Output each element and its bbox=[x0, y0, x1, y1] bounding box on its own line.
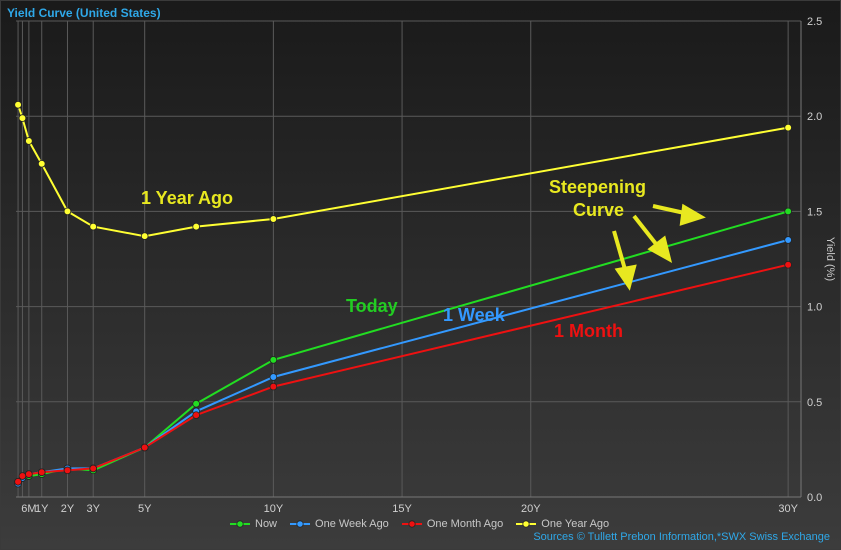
data-point-month[interactable] bbox=[192, 411, 200, 419]
legend-item-now[interactable]: Now bbox=[229, 518, 277, 530]
data-point-month[interactable] bbox=[14, 477, 22, 486]
series-line-week bbox=[17, 239, 789, 485]
legend-item-year[interactable]: One Year Ago bbox=[515, 518, 609, 530]
data-point-month[interactable] bbox=[63, 466, 72, 475]
data-point-month[interactable] bbox=[25, 470, 33, 478]
x-tick-label: 10Y bbox=[264, 503, 284, 515]
x-tick-label: 2Y bbox=[61, 503, 75, 515]
annotation-steepening: Steepening bbox=[549, 177, 646, 197]
series-points bbox=[14, 100, 792, 488]
data-point-now[interactable] bbox=[784, 207, 792, 216]
legend-label: One Year Ago bbox=[541, 518, 610, 530]
y-tick-label: 0.5 bbox=[807, 397, 822, 409]
legend-swatch bbox=[516, 520, 537, 528]
legend-swatch bbox=[230, 520, 250, 528]
data-point-month[interactable] bbox=[784, 260, 792, 269]
data-point-week[interactable] bbox=[784, 236, 792, 244]
y-tick-label: 0.0 bbox=[807, 492, 822, 504]
annotation-one-month: 1 Month bbox=[554, 321, 623, 341]
y-axis-label: Yield (%) bbox=[824, 237, 836, 281]
x-tick-label: 20Y bbox=[521, 503, 541, 515]
data-point-year[interactable] bbox=[25, 137, 33, 145]
legend-item-month[interactable]: One Month Ago bbox=[401, 518, 503, 530]
chart-window: Yield Curve (United States) 0.0 0.5 1.0 1.5… bbox=[0, 0, 841, 550]
arrowhead-now bbox=[679, 203, 706, 226]
annotation-today: Today bbox=[346, 296, 398, 316]
data-point-now[interactable] bbox=[269, 356, 278, 364]
x-tick-label: 5Y bbox=[138, 503, 152, 515]
annotation-one-year-ago: 1 Year Ago bbox=[141, 188, 233, 208]
axes: 0.00.51.01.52.02.56M1Y 2Y 3Y 5Y 10Y 15Y 20Y 30Y… bbox=[16, 16, 836, 515]
y-tick-label: 2.5 bbox=[807, 16, 822, 28]
data-point-year[interactable] bbox=[63, 207, 72, 216]
arrowhead-month bbox=[614, 264, 637, 291]
series-line-now bbox=[17, 210, 789, 483]
legend-label: One Week Ago bbox=[315, 518, 389, 530]
y-tick-label: 1.0 bbox=[807, 302, 822, 314]
data-point-month[interactable] bbox=[140, 443, 149, 452]
legend-label: Now bbox=[255, 518, 278, 530]
x-tick-label: 30Y bbox=[778, 503, 798, 515]
data-point-year[interactable] bbox=[269, 215, 278, 223]
sources-link[interactable]: Sources © Tullett Prebon Information,*SW… bbox=[533, 531, 830, 543]
data-point-month[interactable] bbox=[18, 472, 27, 480]
y-tick-label: 1.5 bbox=[807, 206, 822, 218]
arrow-to-month bbox=[612, 230, 628, 274]
data-point-now[interactable] bbox=[192, 399, 200, 408]
data-point-year[interactable] bbox=[18, 114, 27, 122]
data-point-month[interactable] bbox=[269, 382, 278, 391]
data-point-year[interactable] bbox=[192, 222, 200, 231]
series-lines bbox=[17, 104, 789, 485]
data-point-year[interactable] bbox=[14, 100, 22, 109]
legend-swatch bbox=[401, 520, 422, 528]
legend-label: One Month Ago bbox=[426, 518, 504, 530]
x-tick-label: 1Y bbox=[35, 503, 49, 515]
data-point-year[interactable] bbox=[37, 160, 46, 168]
data-point-month[interactable] bbox=[37, 468, 46, 477]
x-tick-label: 3Y bbox=[86, 503, 100, 515]
yield-curve-chart[interactable]: 0.00.51.01.52.02.56M1Y 2Y 3Y 5Y 10Y 15Y 20Y 30Y… bbox=[1, 1, 841, 516]
annotation-curve: Curve bbox=[573, 200, 624, 220]
data-point-year[interactable] bbox=[140, 232, 149, 240]
annotation-one-week: 1 Week bbox=[443, 305, 506, 325]
legend-swatch bbox=[290, 520, 311, 528]
x-tick-label: 15Y bbox=[392, 503, 412, 515]
legend-item-week[interactable]: One Week Ago bbox=[289, 518, 389, 530]
data-point-year[interactable] bbox=[784, 123, 792, 132]
grid-lines bbox=[16, 20, 801, 498]
data-point-year[interactable] bbox=[89, 222, 98, 231]
y-tick-label: 2.0 bbox=[807, 111, 822, 123]
data-point-week[interactable] bbox=[269, 373, 278, 381]
series-line-month bbox=[17, 263, 789, 483]
series-line-year bbox=[17, 104, 789, 238]
legend: Now One Week Ago One Month Ago One Year Ago bbox=[229, 518, 609, 530]
data-point-month[interactable] bbox=[89, 464, 98, 473]
